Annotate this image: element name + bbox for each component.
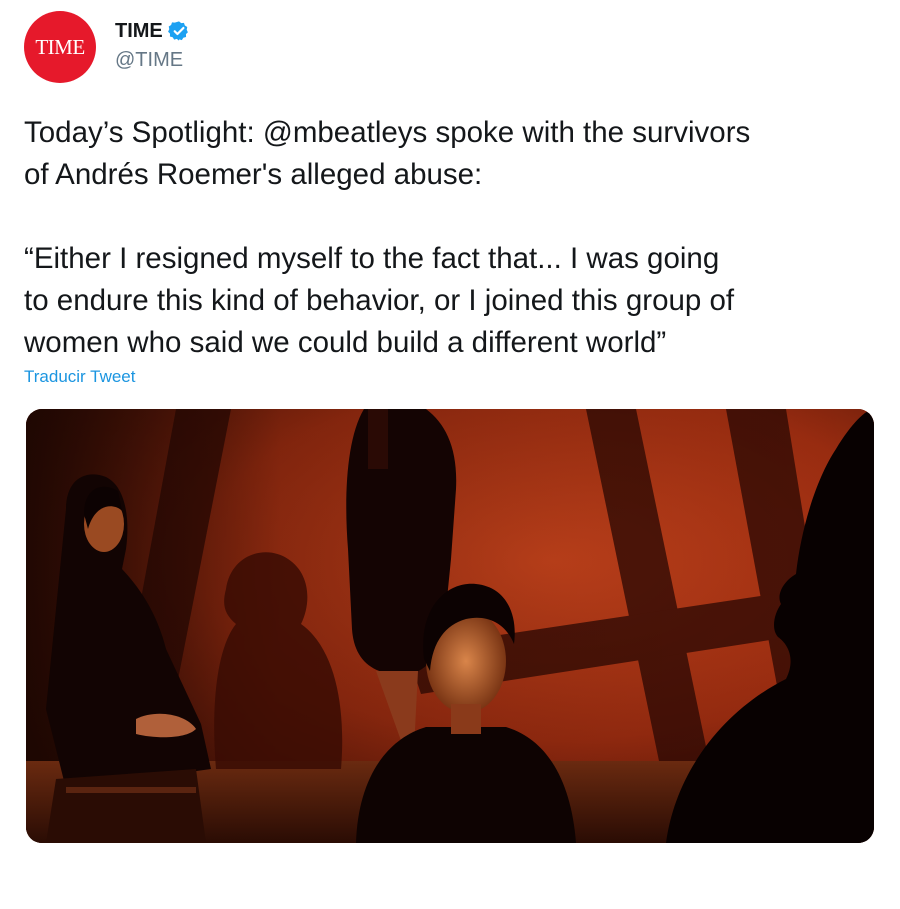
translate-tweet-link[interactable]: Traducir Tweet [24, 367, 136, 387]
tweet-card: TIME TIME @TIME Today’s Spotlight: @mbea… [0, 0, 900, 909]
avatar[interactable]: TIME [24, 11, 96, 83]
display-name[interactable]: TIME [115, 20, 163, 43]
verified-badge-icon [167, 20, 190, 42]
author-block: TIME @TIME [115, 18, 190, 72]
tweet-text: Today’s Spotlight: @mbeatleys spoke with… [24, 116, 751, 359]
name-row: TIME [115, 18, 190, 44]
tweet-photo[interactable] [26, 409, 874, 843]
photo-illustration [26, 409, 874, 843]
user-handle[interactable]: @TIME [115, 49, 190, 72]
avatar-logo-text: TIME [35, 34, 85, 59]
